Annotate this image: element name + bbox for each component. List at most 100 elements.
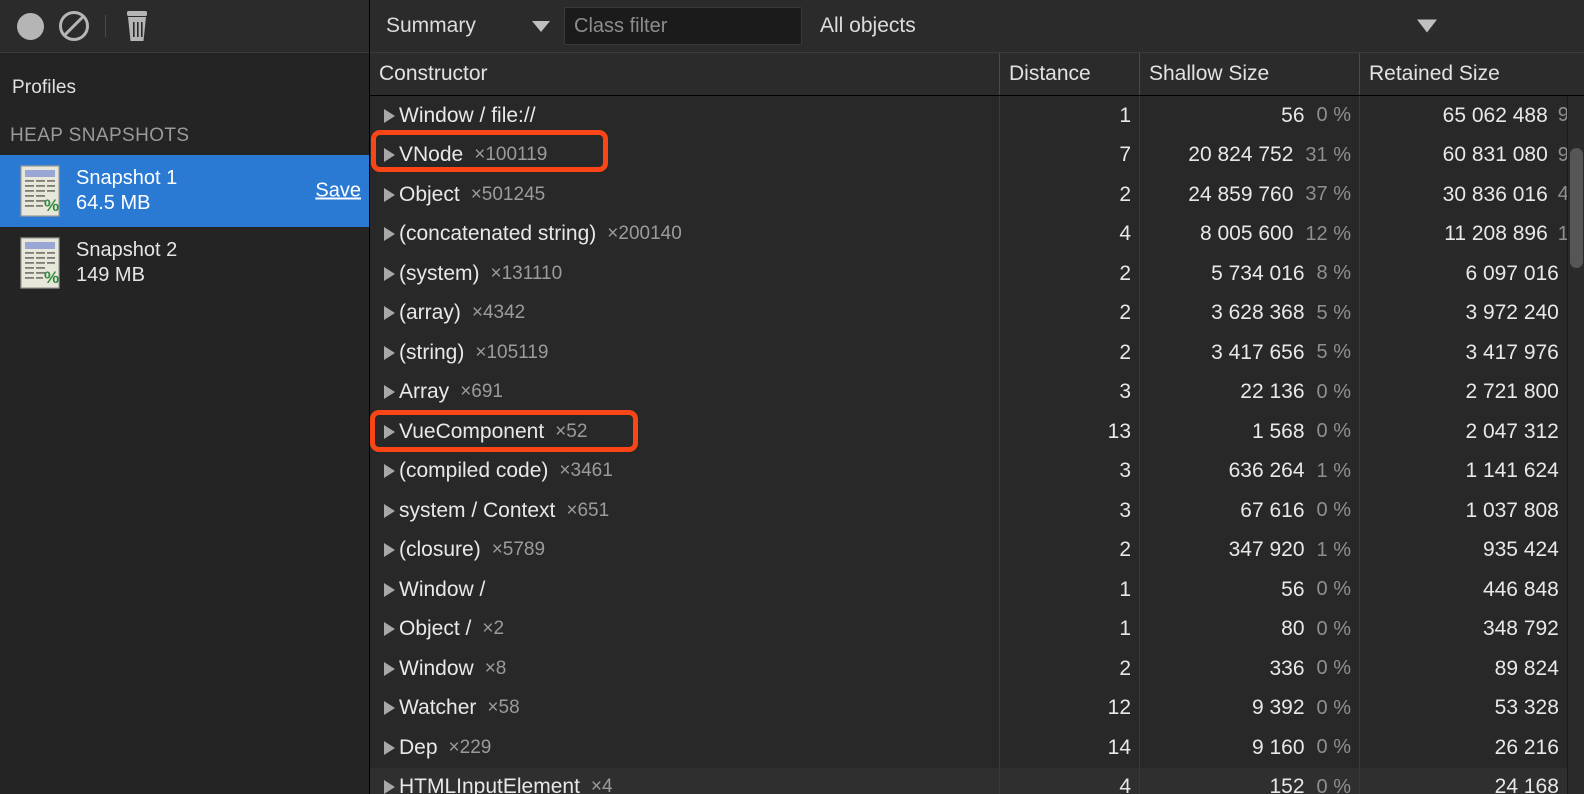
shallow-size-percent: 0 %	[1316, 420, 1351, 443]
expand-triangle-icon[interactable]	[384, 622, 395, 637]
cell-retained-size: 30 836 01646	[1360, 175, 1584, 215]
table-row[interactable]: VueComponent ×52 13 1 568 0 % 2 047 3123	[370, 412, 1584, 452]
delete-button[interactable]	[115, 6, 159, 46]
retained-size-value: 89 824	[1494, 656, 1559, 680]
table-scrollbar[interactable]	[1567, 96, 1584, 794]
devtools-memory-panel: Profiles HEAP SNAPSHOTS % Snapshot 1 64.…	[0, 0, 1584, 794]
expand-triangle-icon[interactable]	[384, 148, 395, 163]
heap-snapshot-icon: %	[18, 236, 64, 290]
retained-size-value: 2 047 312	[1465, 419, 1559, 443]
table-row[interactable]: Object / ×2 1 80 0 % 348 7921	[370, 609, 1584, 649]
retained-size-value: 935 424	[1482, 538, 1559, 562]
constructor-name: Object /	[399, 617, 472, 641]
cell-constructor: (concatenated string) ×200140	[370, 214, 1000, 254]
class-filter-input[interactable]	[564, 7, 802, 45]
expand-triangle-icon[interactable]	[384, 306, 395, 321]
cell-shallow-size: 56 0 %	[1140, 96, 1360, 136]
table-row[interactable]: (system) ×131110 2 5 734 016 8 % 6 097 0169	[370, 254, 1584, 294]
distance-value: 2	[1119, 301, 1131, 325]
table-row[interactable]: Window ×8 2 336 0 % 89 8240	[370, 649, 1584, 689]
constructor-name: VNode	[399, 143, 464, 167]
column-header-constructor[interactable]: Constructor	[370, 53, 1000, 95]
cell-retained-size: 24 1680	[1360, 768, 1584, 794]
expand-triangle-icon[interactable]	[384, 701, 395, 716]
cell-constructor: Array ×691	[370, 372, 1000, 412]
distance-value: 2	[1119, 656, 1131, 680]
table-row[interactable]: Watcher ×58 12 9 392 0 % 53 3280	[370, 688, 1584, 728]
expand-triangle-icon[interactable]	[384, 385, 395, 400]
table-row[interactable]: Array ×691 3 22 136 0 % 2 721 8004	[370, 372, 1584, 412]
scrollbar-thumb[interactable]	[1570, 148, 1583, 268]
table-row[interactable]: Object ×501245 2 24 859 760 37 % 30 836 01646	[370, 175, 1584, 215]
column-header-retained-size[interactable]: Retained Size	[1360, 53, 1584, 95]
table-row[interactable]: (string) ×105119 2 3 417 656 5 % 3 417 9765	[370, 333, 1584, 373]
cell-distance: 3	[1000, 451, 1140, 491]
expand-triangle-icon[interactable]	[384, 424, 395, 439]
filter-chevron-down-icon[interactable]	[1417, 19, 1437, 33]
retained-size-value: 65 062 488	[1442, 103, 1548, 127]
objects-scope-select[interactable]: All objects	[820, 14, 916, 38]
table-row[interactable]: Dep ×229 14 9 160 0 % 26 2160	[370, 728, 1584, 768]
table-row[interactable]: VNode ×100119 7 20 824 752 31 % 60 831 08090	[370, 135, 1584, 175]
expand-triangle-icon[interactable]	[384, 503, 395, 518]
shallow-size-value: 22 136	[1240, 380, 1305, 404]
column-header-distance[interactable]: Distance	[1000, 53, 1140, 95]
snapshot-size: 149 MB	[76, 264, 145, 286]
table-row[interactable]: (closure) ×5789 2 347 920 1 % 935 4241	[370, 530, 1584, 570]
cell-distance: 2	[1000, 175, 1140, 215]
sidebar-toolbar	[0, 0, 369, 53]
object-count: ×651	[566, 499, 610, 521]
expand-triangle-icon[interactable]	[384, 543, 395, 558]
cell-shallow-size: 3 417 656 5 %	[1140, 333, 1360, 373]
object-count: ×105119	[475, 341, 549, 363]
distance-value: 2	[1119, 182, 1131, 206]
shallow-size-value: 56	[1281, 577, 1305, 601]
distance-value: 1	[1119, 103, 1131, 127]
shallow-size-value: 8 005 600	[1199, 222, 1294, 246]
constructor-name: (concatenated string)	[399, 222, 597, 246]
cell-constructor: Window / file://	[370, 96, 1000, 136]
constructor-name: (string)	[399, 340, 465, 364]
expand-triangle-icon[interactable]	[384, 108, 395, 123]
cell-distance: 2	[1000, 293, 1140, 333]
cell-shallow-size: 152 0 %	[1140, 767, 1360, 794]
expand-triangle-icon[interactable]	[384, 187, 395, 202]
view-mode-select[interactable]: Summary	[378, 7, 560, 45]
expand-triangle-icon[interactable]	[384, 227, 395, 242]
constructor-name: (array)	[399, 301, 461, 325]
table-row[interactable]: (compiled code) ×3461 3 636 264 1 % 1 141 624…	[370, 451, 1584, 491]
snapshot-item-2[interactable]: % Snapshot 2 149 MB	[0, 227, 369, 299]
table-row[interactable]: (array) ×4342 2 3 628 368 5 % 3 972 2406	[370, 293, 1584, 333]
expand-triangle-icon[interactable]	[384, 582, 395, 597]
save-link[interactable]: Save	[315, 180, 361, 203]
expand-triangle-icon[interactable]	[384, 266, 395, 281]
shallow-size-percent: 1 %	[1316, 459, 1351, 482]
expand-triangle-icon[interactable]	[384, 780, 395, 794]
retained-size-value: 1 037 808	[1465, 498, 1559, 522]
heap-snapshot-view: Summary All objects Constructor Distance…	[370, 0, 1584, 794]
clear-button[interactable]	[52, 6, 96, 46]
retained-size-value: 3 972 240	[1465, 301, 1559, 325]
column-header-shallow-size[interactable]: Shallow Size	[1140, 53, 1360, 95]
retained-size-value: 1 141 624	[1465, 459, 1559, 483]
record-button[interactable]	[8, 6, 52, 46]
shallow-size-value: 80	[1281, 617, 1305, 641]
table-row[interactable]: HTMLInputElement ×4 4 152 0 % 24 1680	[370, 767, 1584, 794]
cell-distance: 12	[1000, 688, 1140, 728]
cell-retained-size: 3 417 9765	[1360, 333, 1584, 373]
expand-triangle-icon[interactable]	[384, 740, 395, 755]
snapshot-item-1[interactable]: % Snapshot 1 64.5 MB Save	[0, 155, 369, 227]
table-row[interactable]: Window / file:// 1 56 0 % 65 062 48896	[370, 96, 1584, 136]
cell-shallow-size: 1 568 0 %	[1140, 412, 1360, 452]
shallow-size-value: 9 160	[1251, 735, 1305, 759]
table-row[interactable]: (concatenated string) ×200140 4 8 005 600 12…	[370, 214, 1584, 254]
expand-triangle-icon[interactable]	[384, 345, 395, 360]
expand-triangle-icon[interactable]	[384, 661, 395, 676]
expand-triangle-icon[interactable]	[384, 464, 395, 479]
cell-constructor: (compiled code) ×3461	[370, 451, 1000, 491]
shallow-size-percent: 0 %	[1316, 775, 1351, 794]
object-count: ×2	[482, 618, 505, 640]
cell-distance: 1	[1000, 609, 1140, 649]
table-row[interactable]: system / Context ×651 3 67 616 0 % 1 037 8082	[370, 491, 1584, 531]
table-row[interactable]: Window / 1 56 0 % 446 8481	[370, 570, 1584, 610]
